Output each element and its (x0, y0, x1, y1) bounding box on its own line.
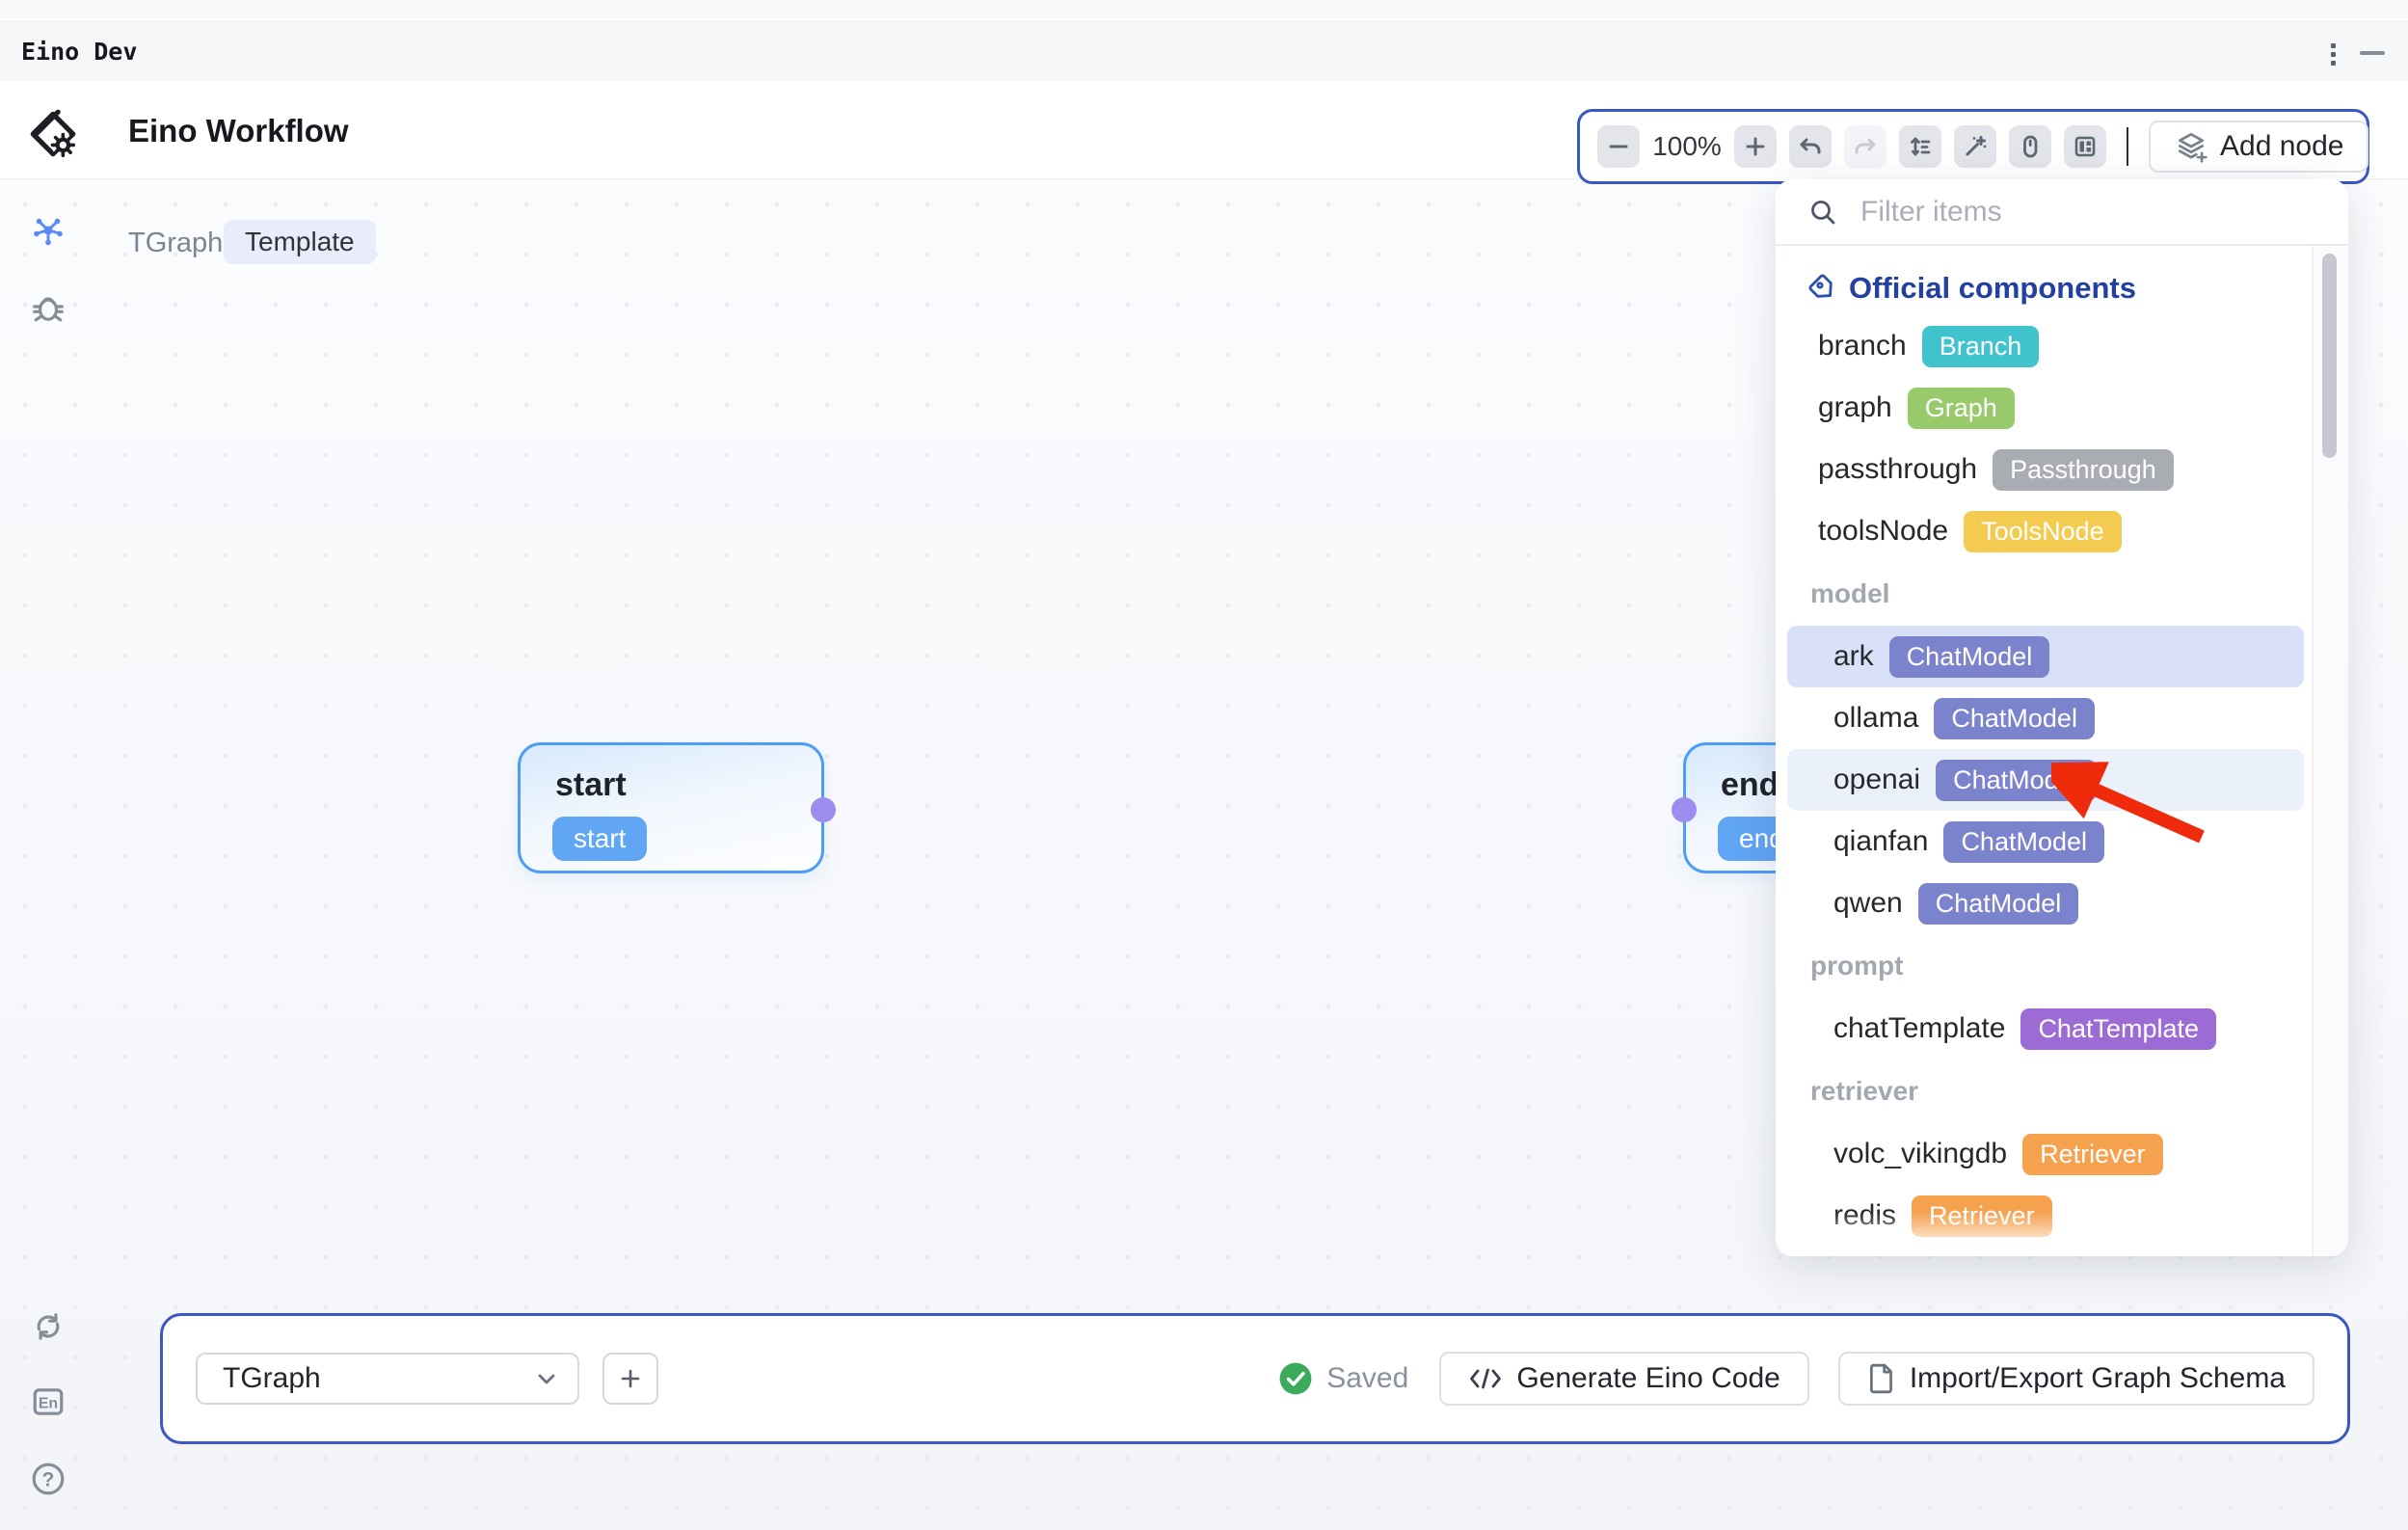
component-list: Official components branch Branch graph Gra… (1776, 248, 2314, 1256)
workflow-graph-icon[interactable] (31, 213, 66, 253)
component-item-label: openai (1833, 764, 1920, 796)
component-item-badge: ChatModel (1934, 698, 2095, 739)
component-item-badge: Passthrough (1993, 449, 2174, 491)
layers-plus-icon (2174, 129, 2208, 164)
footer-bar: TGraph Saved Generate Eino Code (160, 1313, 2350, 1444)
component-item-toolsNode[interactable]: toolsNode ToolsNode (1787, 500, 2304, 562)
component-item-label: ark (1833, 640, 1874, 673)
chevron-down-icon (535, 1367, 558, 1390)
component-item-volc_vikingdb[interactable]: volc_vikingdb Retriever (1787, 1123, 2304, 1185)
auto-layout-button[interactable] (1899, 125, 1941, 168)
save-status: Saved (1278, 1361, 1408, 1396)
node-end-input-port[interactable] (1672, 797, 1697, 822)
annotation-arrow (2051, 760, 2223, 855)
component-item-badge: ChatModel (1889, 636, 2050, 678)
search-icon (1808, 198, 1837, 227)
component-item-ark[interactable]: ark ChatModel (1787, 626, 2304, 687)
official-components-header: Official components (1776, 261, 2314, 315)
add-node-label: Add node (2220, 130, 2343, 163)
tab-tgraph[interactable]: TGraph (128, 228, 223, 259)
component-item-label: ollama (1833, 702, 1918, 735)
zoom-out-button[interactable] (1597, 125, 1640, 168)
filter-items-input[interactable] (1859, 195, 2229, 229)
document-icon (1867, 1362, 1896, 1395)
zoom-in-button[interactable] (1734, 125, 1777, 168)
window-top-strip (0, 0, 2408, 21)
component-item-label: qwen (1833, 887, 1903, 920)
undo-button[interactable] (1789, 125, 1832, 168)
group-header-model: model (1776, 562, 2314, 626)
language-icon[interactable]: En (31, 1384, 66, 1424)
component-item-label: passthrough (1818, 453, 1977, 486)
toolbar-divider (2127, 127, 2128, 166)
node-start-title: start (555, 766, 627, 804)
component-item-badge: Graph (1908, 388, 2015, 429)
app-title-bar: Eino Dev (0, 21, 2408, 83)
component-item-label: branch (1818, 330, 1907, 362)
eino-logo-icon (25, 106, 81, 167)
refresh-sync-icon[interactable] (31, 1309, 66, 1349)
page-title: Eino Workflow (128, 113, 349, 149)
component-item-label: qianfan (1833, 825, 1928, 858)
component-item-openai[interactable]: openaiChatModel (1787, 749, 2304, 811)
component-item-label: chatTemplate (1833, 1012, 2005, 1045)
component-item-badge: Retriever (2022, 1134, 2163, 1175)
group-header-retriever: retriever (1776, 1060, 2314, 1123)
help-icon[interactable]: ? (31, 1462, 66, 1501)
component-item-passthrough[interactable]: passthrough Passthrough (1787, 439, 2304, 500)
redo-button[interactable] (1844, 125, 1886, 168)
debug-bug-icon[interactable] (31, 289, 66, 329)
mouse-mode-button[interactable] (2009, 125, 2051, 168)
node-end-title: end (1721, 766, 1779, 804)
node-start-badge: start (552, 817, 647, 861)
canvas-toolbar: 100% (1577, 109, 2369, 184)
component-item-qianfan[interactable]: qianfanChatModel (1787, 811, 2304, 872)
magic-wand-button[interactable] (1954, 125, 1996, 168)
saved-label: Saved (1326, 1362, 1408, 1395)
component-item-label: redis (1833, 1199, 1896, 1232)
svg-text:En: En (39, 1395, 58, 1411)
component-item-label: volc_vikingdb (1833, 1138, 2007, 1170)
graph-select[interactable]: TGraph (196, 1353, 579, 1405)
import-export-label: Import/Export Graph Schema (1910, 1362, 2286, 1395)
component-item-badge: Retriever (1912, 1195, 2052, 1237)
component-item-graph[interactable]: graph Graph (1787, 377, 2304, 439)
scrollbar-thumb[interactable] (2322, 254, 2337, 458)
node-start[interactable]: start start (518, 742, 824, 873)
component-item-badge: ChatModel (1918, 883, 2079, 925)
zoom-level: 100% (1652, 131, 1722, 162)
component-item-label: toolsNode (1818, 515, 1948, 548)
panel-search-row (1776, 179, 2348, 246)
component-item-badge: ToolsNode (1964, 511, 2122, 552)
component-item-badge: ChatTemplate (2020, 1008, 2216, 1050)
component-item-chatTemplate[interactable]: chatTemplate ChatTemplate (1787, 998, 2304, 1060)
group-header-prompt: prompt (1776, 934, 2314, 998)
minimize-icon[interactable] (2360, 51, 2385, 55)
kebab-menu-icon[interactable] (2331, 40, 2337, 69)
component-item-label: graph (1818, 391, 1892, 424)
node-start-output-port[interactable] (811, 797, 836, 822)
import-export-button[interactable]: Import/Export Graph Schema (1838, 1352, 2314, 1406)
component-item-redis[interactable]: redis Retriever (1787, 1185, 2304, 1247)
component-item-branch[interactable]: branch Branch (1787, 315, 2304, 377)
add-graph-button[interactable] (602, 1353, 658, 1405)
panel-scrollbar[interactable] (2312, 246, 2348, 1256)
window-title: Eino Dev (21, 22, 137, 82)
graph-select-value: TGraph (223, 1362, 321, 1395)
saved-check-icon (1278, 1361, 1313, 1396)
component-item-ollama[interactable]: ollama ChatModel (1787, 687, 2304, 749)
official-components-title: Official components (1849, 271, 2136, 306)
component-item-badge: Branch (1922, 326, 2040, 367)
generate-code-label: Generate Eino Code (1516, 1362, 1780, 1395)
minimap-button[interactable] (2064, 125, 2106, 168)
generate-code-button[interactable]: Generate Eino Code (1439, 1352, 1809, 1406)
add-node-panel: Official components branch Branch graph Gra… (1776, 179, 2348, 1256)
svg-text:?: ? (42, 1468, 55, 1490)
tab-template[interactable]: Template (224, 220, 376, 264)
add-node-button[interactable]: Add node (2149, 121, 2368, 173)
tag-icon (1808, 274, 1837, 303)
code-icon (1468, 1365, 1503, 1392)
component-item-qwen[interactable]: qwen ChatModel (1787, 872, 2304, 934)
